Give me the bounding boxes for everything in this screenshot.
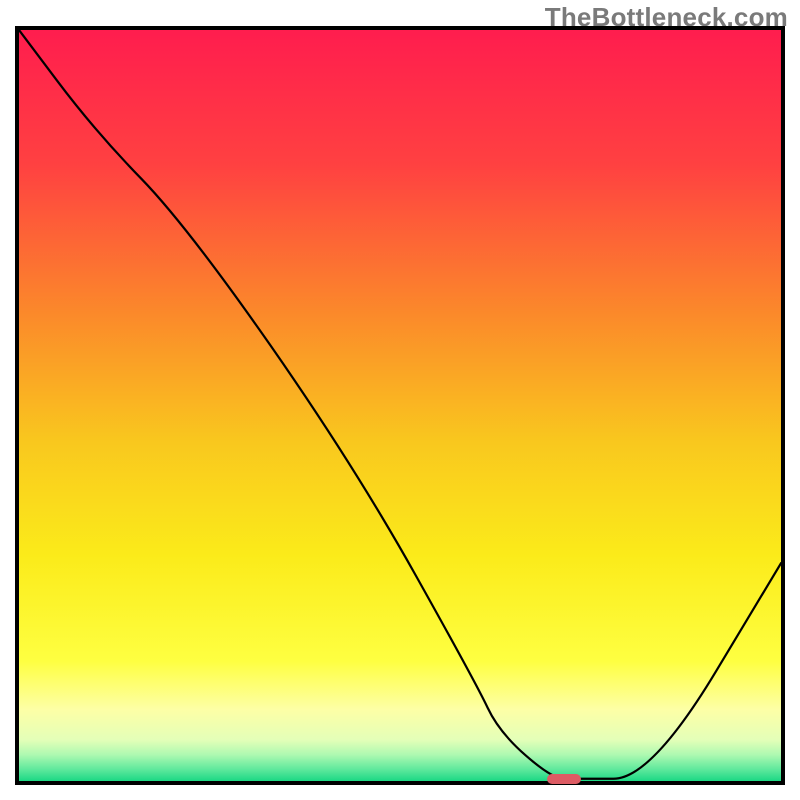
plot-area (19, 30, 781, 781)
plot-border (15, 26, 785, 785)
bottleneck-curve (19, 30, 781, 781)
chart-frame: TheBottleneck.com (0, 0, 800, 800)
optimal-marker (547, 774, 581, 784)
